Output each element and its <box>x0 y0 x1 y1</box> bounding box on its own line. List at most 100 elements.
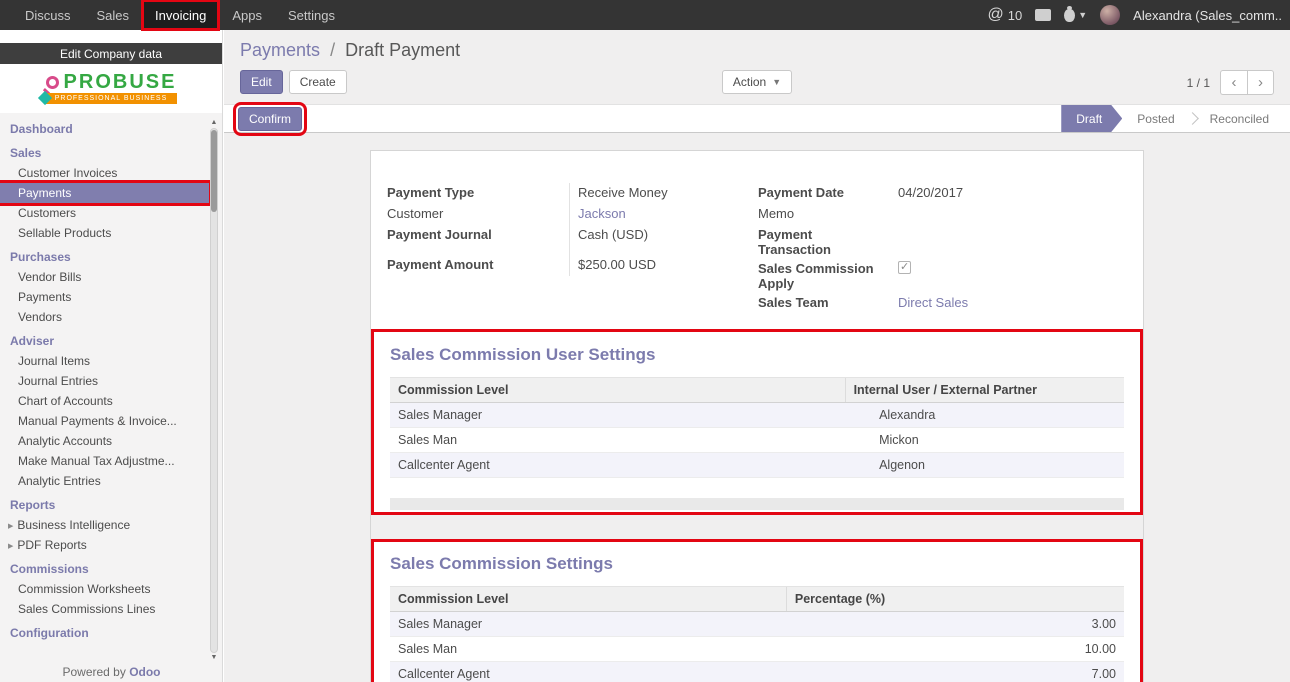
payment-transaction-value <box>890 225 1127 246</box>
user-menu[interactable]: Alexandra (Sales_comm.. <box>1133 8 1282 23</box>
sidebar-item-commission-worksheets[interactable]: Commission Worksheets <box>0 579 209 599</box>
scroll-up-icon[interactable]: ▲ <box>211 118 218 128</box>
sidebar-item-chart-of-accounts[interactable]: Chart of Accounts <box>0 391 209 411</box>
cell-commission-level[interactable]: Sales Manager <box>390 612 786 637</box>
status-reconciled[interactable]: Reconciled <box>1195 105 1284 132</box>
sidebar-header-sales[interactable]: Sales <box>0 139 209 163</box>
cell-user[interactable]: Alexandra <box>845 403 1124 428</box>
cell-user[interactable]: Mickon <box>845 428 1124 453</box>
commission-settings-title: Sales Commission Settings <box>390 554 1124 574</box>
cell-percentage[interactable]: 10.00 <box>786 637 1124 662</box>
sidebar-item-analytic-accounts[interactable]: Analytic Accounts <box>0 431 209 451</box>
field-memo: Memo <box>758 204 1127 225</box>
scrollbar-track[interactable] <box>210 128 218 653</box>
sidebar-item-journal-items[interactable]: Journal Items <box>0 351 209 371</box>
column-header-commission-level[interactable]: Commission Level <box>390 587 786 612</box>
sidebar-header-dashboard[interactable]: Dashboard <box>0 115 209 139</box>
scroll-down-icon[interactable]: ▼ <box>211 653 218 663</box>
table-header-row: Commission Level Percentage (%) <box>390 587 1124 612</box>
sidebar-item-manual-tax-adjustments[interactable]: Make Manual Tax Adjustme... <box>0 451 209 471</box>
commission-settings-section: Sales Commission Settings Commission Lev… <box>371 539 1143 682</box>
user-settings-table: Commission Level Internal User / Externa… <box>390 377 1124 478</box>
pager-next-button[interactable]: › <box>1247 70 1274 95</box>
create-button[interactable]: Create <box>289 70 347 94</box>
cell-commission-level[interactable]: Sales Manager <box>390 403 845 428</box>
menu-sales[interactable]: Sales <box>84 0 143 30</box>
sidebar-item-business-intelligence[interactable]: ▶Business Intelligence <box>0 515 209 535</box>
memo-value <box>890 204 1127 225</box>
table-row[interactable]: Sales Man 10.00 <box>390 637 1124 662</box>
payment-amount-label: Payment Amount <box>387 255 569 274</box>
cell-commission-level[interactable]: Sales Man <box>390 637 786 662</box>
sidebar-item-journal-entries[interactable]: Journal Entries <box>0 371 209 391</box>
sidebar-item-customer-invoices[interactable]: Customer Invoices <box>0 163 209 183</box>
diamond-icon <box>38 91 52 105</box>
table-row[interactable]: Callcenter Agent 7.00 <box>390 662 1124 682</box>
column-header-percentage[interactable]: Percentage (%) <box>786 587 1124 612</box>
debug-menu[interactable]: ▼ <box>1064 9 1087 22</box>
sidebar-item-vendor-bills[interactable]: Vendor Bills <box>0 267 209 287</box>
cell-commission-level[interactable]: Callcenter Agent <box>390 662 786 682</box>
table-row[interactable]: Callcenter Agent Algenon <box>390 453 1124 478</box>
column-header-commission-level[interactable]: Commission Level <box>390 378 845 403</box>
menu-invoicing[interactable]: Invoicing <box>142 0 219 30</box>
menu-settings[interactable]: Settings <box>275 0 348 30</box>
sidebar-item-purchase-payments[interactable]: Payments <box>0 287 209 307</box>
column-header-internal-user[interactable]: Internal User / External Partner <box>845 378 1124 403</box>
cell-percentage[interactable]: 7.00 <box>786 662 1124 682</box>
sales-team-link[interactable]: Direct Sales <box>898 295 968 310</box>
pager-previous-button[interactable]: ‹ <box>1220 70 1247 95</box>
edit-button[interactable]: Edit <box>240 70 283 94</box>
sidebar-header-reports[interactable]: Reports <box>0 491 209 515</box>
memo-label: Memo <box>758 204 890 223</box>
sidebar-item-payments[interactable]: Payments <box>0 183 209 203</box>
sales-commission-apply-checkbox[interactable] <box>898 261 911 274</box>
field-spacer <box>387 246 758 255</box>
breadcrumb: Payments / Draft Payment <box>224 30 1290 70</box>
sidebar-item-vendors[interactable]: Vendors <box>0 307 209 327</box>
scrollbar-thumb[interactable] <box>211 130 217 212</box>
mentions-button[interactable]: @ 10 <box>988 7 1023 23</box>
edit-company-data-button[interactable]: Edit Company data <box>0 43 222 64</box>
cell-commission-level[interactable]: Callcenter Agent <box>390 453 845 478</box>
table-row[interactable]: Sales Manager Alexandra <box>390 403 1124 428</box>
table-row[interactable]: Sales Man Mickon <box>390 428 1124 453</box>
sidebar-header-commissions[interactable]: Commissions <box>0 555 209 579</box>
menu-apps[interactable]: Apps <box>219 0 275 30</box>
cell-commission-level[interactable]: Sales Man <box>390 428 845 453</box>
sidebar-item-pdf-reports[interactable]: ▶PDF Reports <box>0 535 209 555</box>
sidebar-header-adviser[interactable]: Adviser <box>0 327 209 351</box>
messages-icon[interactable] <box>1035 9 1051 21</box>
powered-by-text: Powered by <box>62 665 125 679</box>
status-posted[interactable]: Posted <box>1122 105 1189 132</box>
cell-percentage[interactable]: 3.00 <box>786 612 1124 637</box>
cell-user[interactable]: Algenon <box>845 453 1124 478</box>
customer-link[interactable]: Jackson <box>578 206 626 221</box>
at-icon: @ <box>988 7 1004 23</box>
payment-sheet: Payment Type Receive Money Customer Jack… <box>370 150 1144 682</box>
confirm-button[interactable]: Confirm <box>238 107 302 131</box>
status-draft[interactable]: Draft <box>1061 105 1122 132</box>
sidebar-item-sales-commissions-lines[interactable]: Sales Commissions Lines <box>0 599 209 619</box>
pager: 1 / 1 ‹ › <box>792 70 1274 95</box>
odoo-brand-link[interactable]: Odoo <box>129 665 160 679</box>
company-logo[interactable]: PROBUSE PROFESSIONAL BUSINESS <box>0 64 222 113</box>
sidebar-header-configuration[interactable]: Configuration <box>0 619 209 643</box>
sidebar-item-analytic-entries[interactable]: Analytic Entries <box>0 471 209 491</box>
menu-discuss[interactable]: Discuss <box>12 0 84 30</box>
payment-transaction-label: Payment Transaction <box>758 225 890 259</box>
sidebar-item-sellable-products[interactable]: Sellable Products <box>0 223 209 243</box>
table-row[interactable]: Sales Manager 3.00 <box>390 612 1124 637</box>
powered-by: Powered by Odoo <box>0 665 223 679</box>
action-dropdown[interactable]: Action ▼ <box>722 70 792 94</box>
sidebar-scrollbar[interactable]: ▲ ▼ <box>209 118 219 663</box>
avatar[interactable] <box>1100 5 1120 25</box>
sidebar-item-customers[interactable]: Customers <box>0 203 209 223</box>
field-payment-journal: Payment Journal Cash (USD) <box>387 225 758 246</box>
field-sales-team: Sales Team Direct Sales <box>758 293 1127 314</box>
sidebar-header-purchases[interactable]: Purchases <box>0 243 209 267</box>
breadcrumb-payments[interactable]: Payments <box>240 40 320 60</box>
logo-subtitle: PROFESSIONAL BUSINESS <box>55 95 168 102</box>
sidebar-item-label: PDF Reports <box>17 538 86 552</box>
sidebar-item-manual-payments[interactable]: Manual Payments & Invoice... <box>0 411 209 431</box>
